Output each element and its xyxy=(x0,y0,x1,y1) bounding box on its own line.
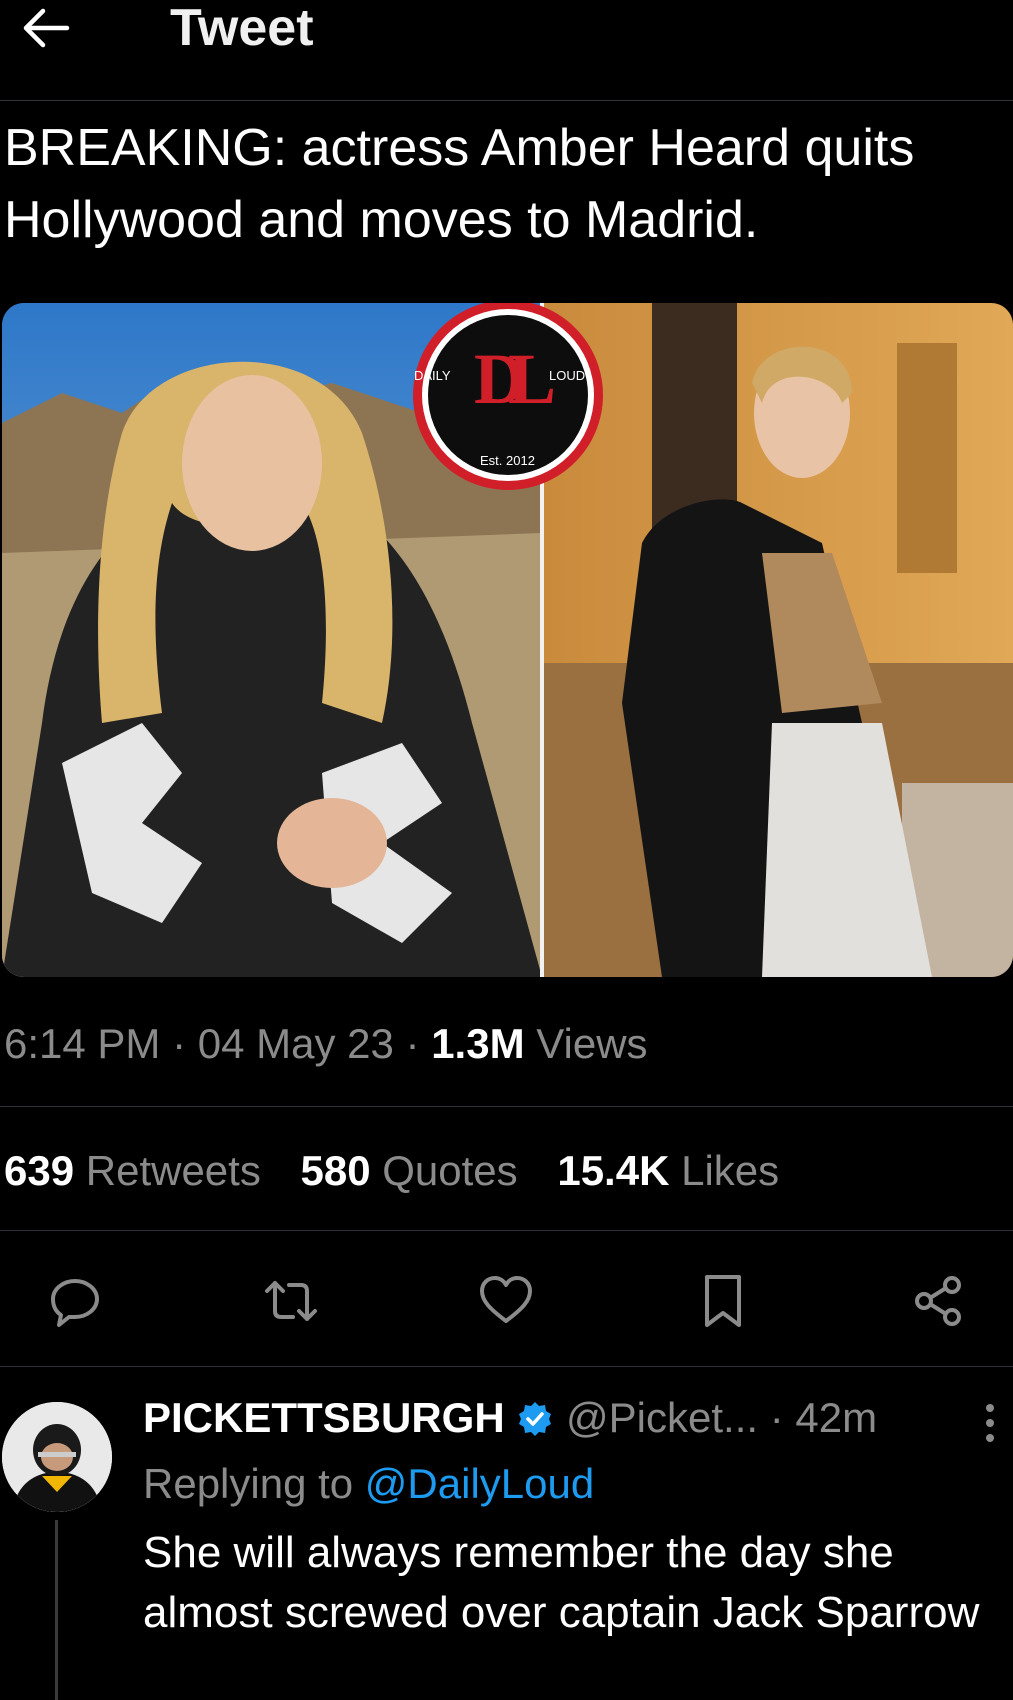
reply-author-name[interactable]: PICKETTSBURGH xyxy=(143,1394,505,1441)
more-vertical-icon xyxy=(986,1404,994,1442)
reply-icon xyxy=(51,1279,99,1327)
likes-stat[interactable]: 15.4K Likes xyxy=(557,1147,779,1194)
engagement-stats: 639 Retweets 580 Quotes 15.4K Likes xyxy=(4,1145,807,1197)
tweet-date: 04 May 23 xyxy=(197,1020,394,1067)
tweet-media[interactable]: DAILY LOUD DL Est. 2012 xyxy=(2,303,1013,977)
divider xyxy=(0,100,1013,101)
quotes-count: 580 xyxy=(300,1147,371,1194)
tweet-meta: 6:14 PM · 04 May 23 · 1.3M Views xyxy=(4,1018,648,1070)
reply-time: · 42m xyxy=(769,1394,878,1441)
tweet-text: BREAKING: actress Amber Heard quits Holl… xyxy=(4,119,915,249)
logo-text-right: LOUD xyxy=(549,368,586,383)
views-count: 1.3M xyxy=(431,1020,525,1067)
replying-handle-link[interactable]: @DailyLoud xyxy=(365,1460,594,1507)
tweet-time: 6:14 PM xyxy=(4,1020,161,1067)
replying-prefix: Replying to xyxy=(143,1460,354,1507)
verified-badge-icon xyxy=(519,1402,552,1436)
top-bar: Tweet xyxy=(0,0,1013,100)
avatar[interactable] xyxy=(2,1402,112,1512)
more-options-button[interactable] xyxy=(975,1398,1005,1448)
action-bar xyxy=(0,1268,1013,1334)
divider xyxy=(0,1106,1013,1107)
reply-author-handle[interactable]: @Picket... xyxy=(566,1394,758,1441)
likes-label: Likes xyxy=(681,1147,780,1194)
divider xyxy=(0,1366,1013,1367)
logo-mark: DL xyxy=(474,339,556,419)
avatar-image xyxy=(2,1402,112,1512)
bookmark-icon xyxy=(705,1275,741,1327)
retweets-count: 639 xyxy=(4,1147,75,1194)
reply-header: PICKETTSBURGH @Picket... · 42m xyxy=(143,1392,877,1444)
bookmark-button[interactable] xyxy=(690,1268,756,1334)
retweet-button[interactable] xyxy=(258,1268,324,1334)
views-label: Views xyxy=(536,1020,648,1067)
divider xyxy=(0,1230,1013,1231)
share-icon xyxy=(915,1276,961,1326)
page-title: Tweet xyxy=(170,0,314,57)
back-button[interactable] xyxy=(18,4,74,52)
quotes-label: Quotes xyxy=(382,1147,518,1194)
logo-text-left: DAILY xyxy=(414,368,451,383)
retweets-stat[interactable]: 639 Retweets xyxy=(4,1147,261,1194)
reply-text: She will always remember the day she alm… xyxy=(143,1528,980,1637)
arrow-left-icon xyxy=(23,8,70,48)
like-button[interactable] xyxy=(473,1268,539,1334)
thread-line xyxy=(55,1520,58,1700)
logo-est: Est. 2012 xyxy=(480,453,535,468)
retweets-label: Retweets xyxy=(85,1147,261,1194)
likes-count: 15.4K xyxy=(557,1147,670,1194)
share-button[interactable] xyxy=(905,1268,971,1334)
retweet-icon xyxy=(265,1281,317,1321)
replying-to: Replying to @DailyLoud xyxy=(143,1458,594,1510)
reply-button[interactable] xyxy=(42,1268,108,1334)
separator: · xyxy=(172,1020,198,1067)
separator: · xyxy=(405,1020,432,1067)
quotes-stat[interactable]: 580 Quotes xyxy=(301,1147,518,1194)
like-icon xyxy=(480,1276,532,1323)
